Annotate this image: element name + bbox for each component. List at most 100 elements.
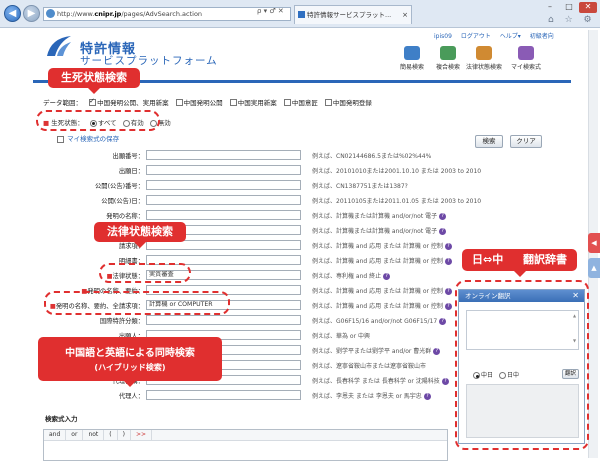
legal-status-search-button[interactable]: 法律状態検索: [464, 46, 504, 71]
help-icon[interactable]: ?: [441, 378, 449, 385]
field-label-text: 国際特許分類：: [99, 318, 144, 325]
field-label: 国際特許分類：: [100, 316, 144, 325]
legal-status-highlight: [99, 263, 191, 283]
browser-tab[interactable]: 特許情報サービスプラット... ×: [294, 5, 412, 24]
field-example: 例えば、20101010または2001.10.10 または 2003 to 20…: [312, 166, 481, 175]
help-icon[interactable]: ?: [439, 318, 447, 325]
help-icon[interactable]: ?: [423, 393, 431, 400]
help-link[interactable]: ヘルプ▾: [500, 33, 521, 40]
tab-close-icon[interactable]: ×: [402, 6, 408, 24]
translation-callout-left: 日⇔中: [472, 253, 504, 266]
search-expression-title: 検索式入力: [45, 415, 78, 423]
legal-status-label: 法律状態検索: [465, 64, 502, 71]
field-example: 例えば、CN02144686.5または%02%44%: [312, 151, 431, 160]
range-option-label: 中国発明登録: [332, 99, 372, 107]
address-bar[interactable]: http://www.cnipr.jp/pages/AdvSearch.acti…: [43, 7, 291, 21]
range-checkbox[interactable]: [175, 98, 183, 106]
field-label-text: 公開(公告)日：: [101, 198, 144, 205]
hybrid-search-callout: 中国語と英語による同時検索 (ハイブリッド検索): [38, 337, 222, 387]
field-input[interactable]: [146, 165, 301, 175]
field-label-text: 出願日：: [118, 168, 144, 175]
help-icon[interactable]: ?: [383, 273, 391, 280]
field-example-text: 例えば、計算機 and 応用 または 計算機 or 控制: [312, 288, 443, 295]
range-checkbox[interactable]: [283, 98, 291, 106]
back-button[interactable]: ◀: [4, 5, 21, 22]
field-example-text: 例えば、20110105または2011.01.05 または 2003 to 20…: [312, 198, 482, 205]
not-operator[interactable]: not: [83, 430, 105, 440]
range-checkbox[interactable]: [89, 97, 97, 106]
search-expression-box[interactable]: and or not() >>: [43, 429, 448, 461]
field-example-text: 例えば、計算機 and 応用 または 計算機 or 控制: [312, 303, 443, 310]
help-icon[interactable]: ?: [444, 288, 452, 295]
form-row: 国際特許分類： 例えば、G06F15/16 and/or/not G06F15/1…: [60, 315, 447, 326]
help-icon[interactable]: ?: [444, 303, 452, 310]
legal-status-icon: [476, 46, 492, 60]
field-input[interactable]: [146, 210, 301, 220]
help-icon[interactable]: ?: [439, 228, 447, 235]
open-paren-operator[interactable]: (: [104, 430, 118, 440]
side-collapse-tab[interactable]: ◀: [588, 233, 600, 253]
side-top-tab[interactable]: ▲: [588, 258, 600, 278]
field-example-text: 例えば、CN1387751または1387?: [312, 183, 408, 190]
url-host: cnipr.jp: [94, 10, 122, 18]
complex-search-button[interactable]: 複合検索: [428, 46, 468, 71]
save-search-label: マイ検索式の保存: [67, 135, 120, 143]
clear-button[interactable]: クリア: [510, 135, 542, 148]
search-button[interactable]: 検索: [475, 135, 503, 148]
field-example: 例えば、計算機 and 応用 または 計算機 or 控制?: [312, 286, 452, 295]
help-icon[interactable]: ?: [444, 243, 452, 250]
field-label: 代理人：: [119, 391, 144, 400]
field-input[interactable]: [146, 390, 301, 400]
insert-operator[interactable]: >>: [131, 430, 153, 440]
field-example: 例えば、専利権 and 終止?: [312, 271, 391, 280]
range-option-label: 中国発明公開、実用新案: [97, 99, 169, 107]
forward-button[interactable]: ▶: [23, 5, 40, 22]
operator-bar: and or not() >>: [44, 430, 447, 441]
save-search-checkbox[interactable]: [57, 135, 64, 143]
field-input[interactable]: [146, 180, 301, 190]
maximize-button[interactable]: □: [560, 2, 578, 13]
beginner-link[interactable]: 初級者向: [530, 33, 554, 40]
close-paren-operator[interactable]: ): [118, 430, 131, 440]
and-operator[interactable]: and: [44, 430, 67, 440]
address-tools[interactable]: ρ ▾ ♂ ✕: [257, 7, 284, 15]
browser-chrome: ◀ ▶ http://www.cnipr.jp/pages/AdvSearch.…: [0, 0, 600, 28]
form-row: 出願日： 例えば、20101010または2001.10.10 または 2003 t…: [60, 165, 481, 176]
simple-search-label: 簡易検索: [399, 64, 424, 71]
translation-highlight: [455, 280, 589, 450]
field-example: 例えば、計算機または計算機 and/or/not 電子?: [312, 226, 447, 235]
or-operator[interactable]: or: [66, 430, 84, 440]
help-icon[interactable]: ?: [439, 213, 447, 220]
field-label: 出願番号：: [113, 151, 144, 160]
field-input[interactable]: [146, 150, 301, 160]
field-example: 例えば、華為 or 中興: [312, 331, 370, 340]
range-option-label: 中国実用新案: [237, 99, 277, 107]
form-row: 公開(公告)日： 例えば、20110105または2011.01.05 または 20…: [60, 195, 481, 206]
field-example: 例えば、長春科学 または 長春科学 or 沈陽科技?: [312, 376, 449, 385]
logout-link[interactable]: ログアウト: [461, 33, 491, 40]
help-icon[interactable]: ?: [433, 348, 441, 355]
complex-search-label: 複合検索: [435, 64, 460, 71]
field-input[interactable]: [146, 195, 301, 205]
field-label: 公開(公告)日：: [101, 196, 144, 205]
range-checkbox[interactable]: [324, 98, 332, 106]
translation-callout-right: 翻訳辞書: [522, 253, 567, 266]
field-label: 出願日：: [119, 166, 144, 175]
field-example: 例えば、計算機 and 応用 または 計算機 or 控制?: [312, 256, 452, 265]
form-row: 出願番号： 例えば、CN02144686.5または%02%44%: [60, 150, 440, 161]
field-example: 例えば、李恩夫 または 李恩夫 or 馬宇忠?: [312, 391, 431, 400]
field-example: 例えば、計算機 and 応用 または 計算機 or 控制?: [312, 301, 452, 310]
field-example: 例えば、計算機または計算機 and/or/not 電子?: [312, 211, 447, 220]
close-window-button[interactable]: ✕: [579, 2, 597, 13]
field-input[interactable]: [146, 315, 301, 325]
field-example-text: 例えば、20101010または2001.10.10 または 2003 to 20…: [312, 168, 482, 175]
browser-tools-icons[interactable]: ⌂ ☆ ⚙: [548, 15, 596, 25]
field-example-text: 例えば、G06F15/16 and/or/not G06F15/17: [312, 318, 438, 325]
my-search-button[interactable]: マイ検索式: [506, 46, 546, 71]
my-search-icon: [518, 46, 534, 60]
help-icon[interactable]: ?: [444, 258, 452, 265]
minimize-button[interactable]: –: [541, 2, 559, 13]
simple-search-button[interactable]: 簡易検索: [392, 46, 432, 71]
field-example: 例えば、劉学平または劉学平 and/or 曹光群?: [312, 346, 441, 355]
range-checkbox[interactable]: [229, 98, 237, 106]
